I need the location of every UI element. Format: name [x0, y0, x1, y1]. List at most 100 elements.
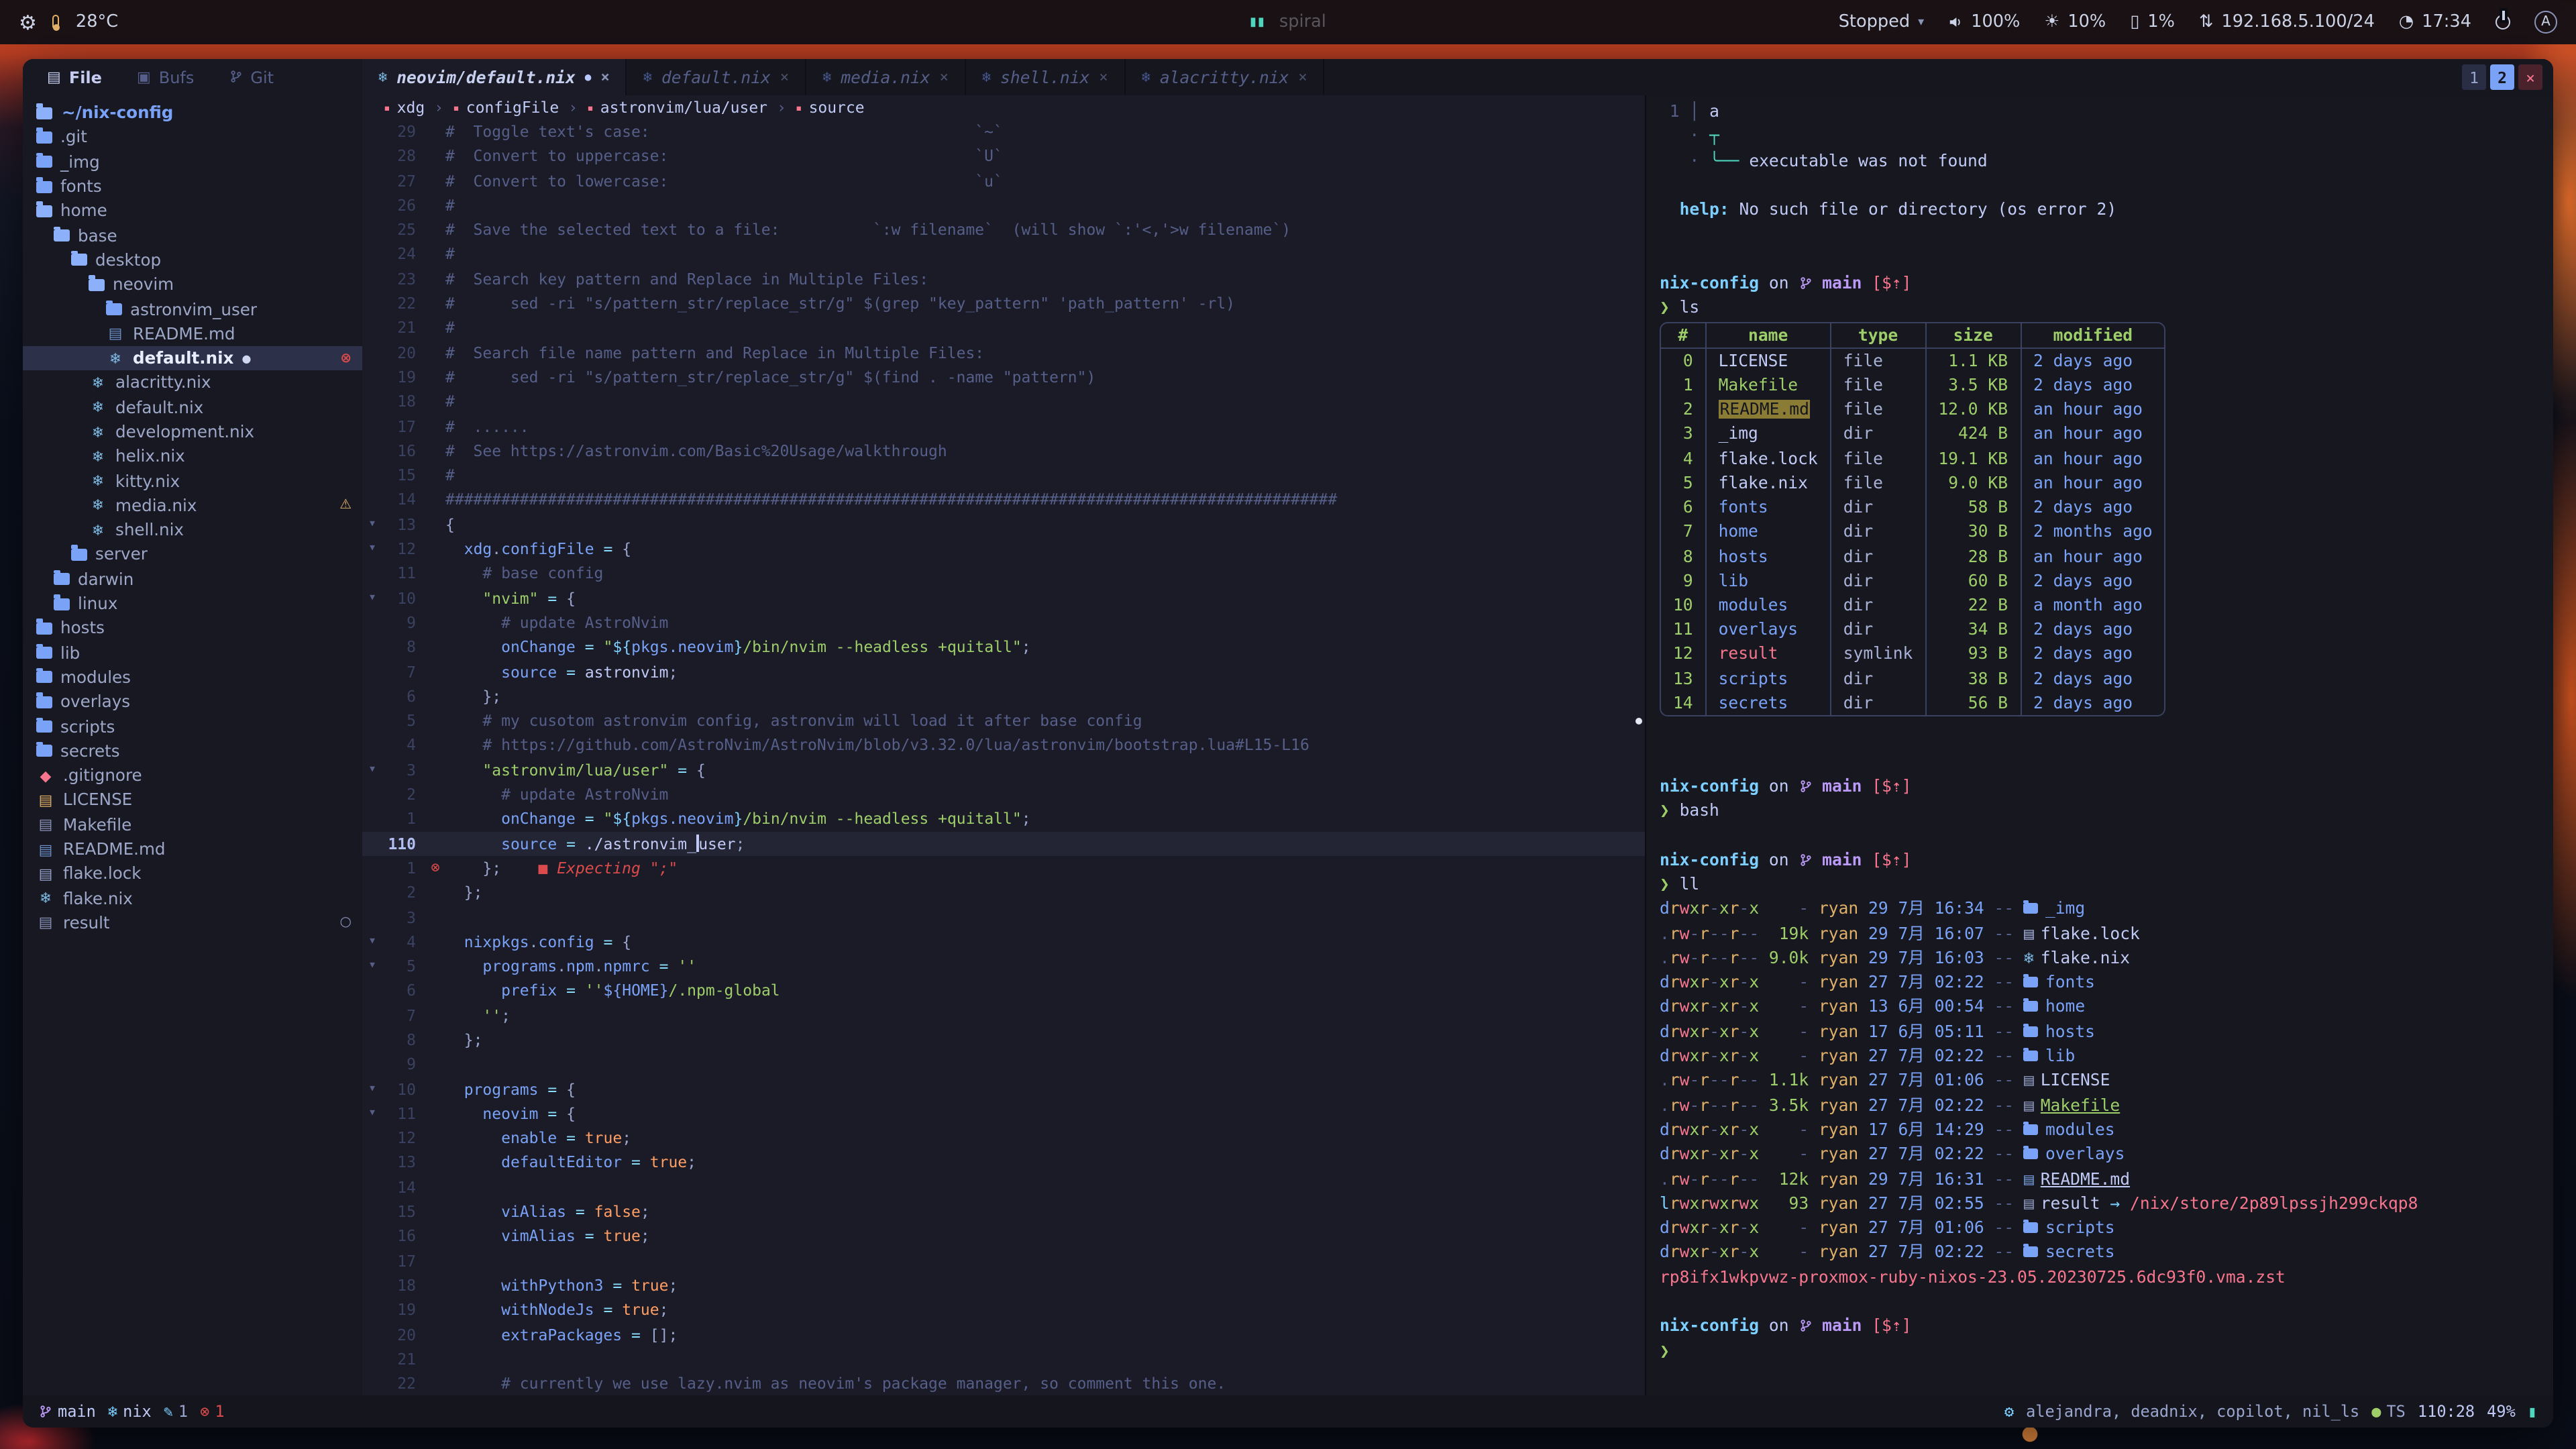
buffer-tab[interactable]: ❄neovim/default.nix●× [362, 59, 627, 95]
fold-chevron-icon[interactable]: ▾ [362, 537, 382, 561]
code-line[interactable]: 25 # Save the selected text to a file: `… [362, 217, 1645, 242]
tree-item[interactable]: ▤LICENSE [23, 788, 362, 813]
breadcrumb-item[interactable]: ▪xdg [384, 98, 425, 117]
code-line[interactable]: 28 # Convert to uppercase: `U` [362, 144, 1645, 169]
tree-item[interactable]: ◆.gitignore [23, 763, 362, 788]
code-line[interactable]: 18 withPython3 = true; [362, 1273, 1645, 1298]
code-line[interactable]: 26 # [362, 193, 1645, 218]
code-line[interactable]: ▾10 "nvim" = { [362, 586, 1645, 610]
tree-item[interactable]: hosts [23, 616, 362, 641]
code-line[interactable]: 2 # update AstroNvim [362, 782, 1645, 807]
code-line[interactable]: 14 [362, 1175, 1645, 1200]
tree-item[interactable]: home [23, 199, 362, 223]
code-line[interactable]: 6 prefix = ''${HOME}/.npm-global [362, 979, 1645, 1004]
fold-chevron-icon[interactable]: ▾ [362, 1077, 382, 1102]
tree-item[interactable]: scripts [23, 714, 362, 739]
tree-item[interactable]: .git [23, 125, 362, 150]
code-line[interactable]: 12 enable = true; [362, 1126, 1645, 1150]
code-line[interactable]: 21 # [362, 316, 1645, 341]
code-line[interactable]: 8 }; [362, 1028, 1645, 1053]
tree-item[interactable]: secrets [23, 739, 362, 763]
pause-icon[interactable]: ▮▮ [1250, 15, 1266, 29]
recording-status[interactable]: Stopped▾ [1839, 12, 1925, 32]
fold-chevron-icon[interactable]: ▾ [362, 954, 382, 979]
tree-item[interactable]: overlays [23, 690, 362, 714]
code-line[interactable]: ▾5 programs.npm.npmrc = '' [362, 954, 1645, 979]
code-line[interactable]: 7 ''; [362, 1003, 1645, 1028]
code-line[interactable]: 19 # sed -ri "s/pattern_str/replace_str/… [362, 365, 1645, 390]
code-line[interactable]: 11 # base config [362, 561, 1645, 586]
close-icon[interactable]: × [1099, 60, 1108, 95]
fold-chevron-icon[interactable]: ▾ [362, 1102, 382, 1126]
code-line[interactable]: 110 source = ./astronvim_user; [362, 831, 1645, 856]
code-line[interactable]: ▾12 xdg.configFile = { [362, 537, 1645, 561]
code-line[interactable]: 22 # sed -ri "s/pattern_str/replace_str/… [362, 291, 1645, 316]
sidebar-tab-bufs[interactable]: ▣Bufs [137, 68, 194, 87]
close-icon[interactable]: × [600, 60, 609, 95]
code-line[interactable]: ▾13 { [362, 513, 1645, 537]
tree-root[interactable]: ~/nix-config [23, 101, 362, 125]
code-line[interactable]: 20 extraPackages = []; [362, 1322, 1645, 1347]
code-area[interactable]: 29 # Toggle text's case: `~` 28 # Conver… [362, 119, 1645, 1395]
tree-item[interactable]: ▤result○ [23, 911, 362, 936]
code-line[interactable]: 5 # my cusotom astronvim config, astronv… [362, 708, 1645, 733]
clock-widget[interactable]: ◔17:34 [2399, 12, 2471, 32]
network-widget[interactable]: ⇅192.168.5.100/24 [2199, 12, 2375, 32]
brightness-widget[interactable]: ☀10% [2044, 12, 2106, 32]
code-line[interactable]: ▾3 "astronvim/lua/user" = { [362, 757, 1645, 782]
code-line[interactable]: 19 withNodeJs = true; [362, 1298, 1645, 1323]
code-line[interactable]: ▾4 nixpkgs.config = { [362, 930, 1645, 955]
code-line[interactable]: 17 [362, 1248, 1645, 1273]
terminal-pane[interactable]: 1 │ a · ┬ · ╰── executable was not found… [1645, 95, 2553, 1395]
code-line[interactable]: 2 }; [362, 880, 1645, 905]
tree-item[interactable]: ❄default.nix●⊗ [23, 346, 362, 371]
tree-item[interactable]: ▤Makefile [23, 812, 362, 837]
tabpage-2[interactable]: 2 [2490, 64, 2514, 90]
code-line[interactable]: 13 defaultEditor = true; [362, 1150, 1645, 1175]
breadcrumb-item[interactable]: ▪astronvim/lua/user [587, 98, 767, 117]
close-icon[interactable]: × [940, 60, 949, 95]
code-line[interactable]: 18 # [362, 390, 1645, 415]
code-line[interactable]: 17 # ...... [362, 414, 1645, 439]
tree-item[interactable]: fonts [23, 174, 362, 199]
code-line[interactable]: 20 # Search file name pattern and Replac… [362, 340, 1645, 365]
fold-chevron-icon[interactable]: ▾ [362, 586, 382, 610]
close-icon[interactable]: × [1298, 60, 1307, 95]
tree-item[interactable]: ❄development.nix [23, 420, 362, 445]
fold-chevron-icon[interactable]: ▾ [362, 757, 382, 782]
code-line[interactable]: 21 [362, 1347, 1645, 1372]
code-line[interactable]: 27 # Convert to lowercase: `u` [362, 168, 1645, 193]
tree-item[interactable]: ❄kitty.nix [23, 469, 362, 494]
tree-item[interactable]: ❄flake.nix [23, 886, 362, 911]
user-avatar[interactable]: A [2534, 11, 2557, 34]
tree-item[interactable]: ▤README.md [23, 837, 362, 862]
code-line[interactable]: 9 [362, 1053, 1645, 1077]
code-line[interactable]: 15 # [362, 463, 1645, 488]
code-line[interactable]: 16 # See https://astronvim.com/Basic%20U… [362, 439, 1645, 464]
volume-widget[interactable]: 100% [1948, 12, 2020, 32]
code-line[interactable]: ▾10 programs = { [362, 1077, 1645, 1102]
code-line[interactable]: 16 vimAlias = true; [362, 1224, 1645, 1249]
fold-chevron-icon[interactable]: ▾ [362, 930, 382, 955]
tree-item[interactable]: neovim [23, 272, 362, 297]
tree-item[interactable]: server [23, 543, 362, 568]
code-line[interactable]: 9 # update AstroNvim [362, 610, 1645, 635]
tree-item[interactable]: ▤README.md [23, 321, 362, 346]
code-line[interactable]: 8 onChange = "${pkgs.neovim}/bin/nvim --… [362, 635, 1645, 659]
code-line[interactable]: 14 #####################################… [362, 488, 1645, 513]
code-line[interactable]: 7 source = astronvim; [362, 659, 1645, 684]
code-line[interactable]: 24 # [362, 242, 1645, 267]
code-line[interactable]: 6 }; [362, 684, 1645, 709]
buffer-tab[interactable]: ❄default.nix× [627, 59, 806, 95]
tree-item[interactable]: ❄shell.nix [23, 518, 362, 543]
buffer-tab[interactable]: ❄media.nix× [806, 59, 966, 95]
breadcrumb-item[interactable]: ▪configFile [453, 98, 559, 117]
close-icon[interactable]: × [780, 60, 789, 95]
tree-item[interactable]: desktop [23, 248, 362, 273]
code-line[interactable]: 22 # currently we use lazy.nvim as neovi… [362, 1371, 1645, 1395]
code-line[interactable]: 15 viAlias = false; [362, 1199, 1645, 1224]
breadcrumb-item[interactable]: ▪source [796, 98, 865, 117]
tree-item[interactable]: lib [23, 641, 362, 665]
sidebar-tab-file[interactable]: ▤File [47, 68, 102, 87]
tree-item[interactable]: base [23, 223, 362, 248]
